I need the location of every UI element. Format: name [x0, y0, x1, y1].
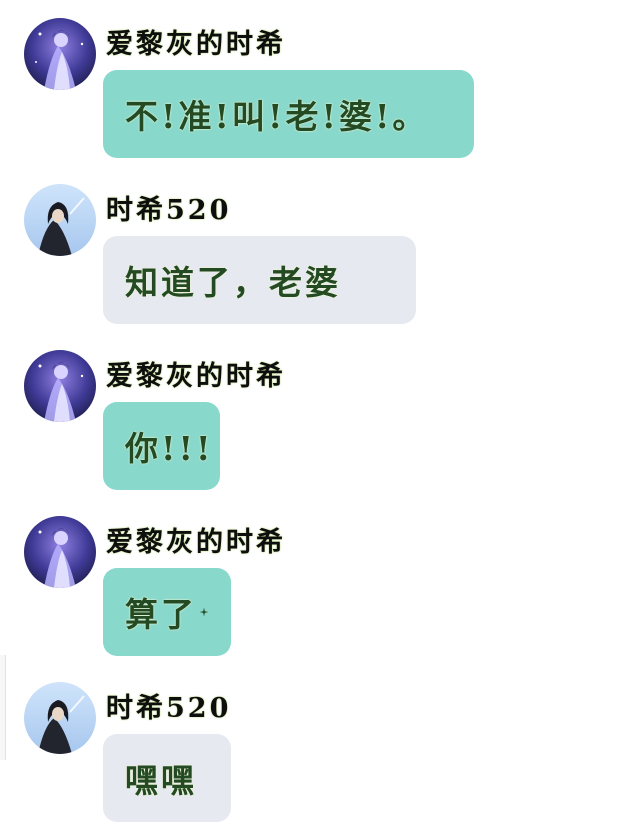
chat-message: 爱黎灰的时希 算了	[0, 498, 640, 663]
sparkle-icon	[199, 607, 209, 617]
message-text: 不!准!叫!老!婆!。	[125, 97, 429, 136]
purple-anime-avatar-icon	[24, 18, 96, 90]
chat-message: 时希520 嘿嘿	[0, 664, 640, 829]
message-bubble[interactable]: 不!准!叫!老!婆!。	[103, 70, 474, 158]
blue-anime-avatar-icon	[24, 682, 96, 754]
message-text: 嘿嘿	[125, 761, 197, 800]
message-bubble[interactable]: 算了	[103, 568, 231, 656]
sender-name: 爱黎灰的时希	[106, 361, 286, 392]
avatar[interactable]	[24, 350, 96, 422]
avatar[interactable]	[24, 682, 96, 754]
message-text: 你!!!	[125, 429, 214, 468]
blue-anime-avatar-icon	[24, 184, 96, 256]
avatar[interactable]	[24, 184, 96, 256]
sender-name: 时希520	[106, 195, 232, 226]
message-bubble[interactable]: 知道了，老婆	[103, 236, 416, 324]
message-bubble[interactable]: 你!!!	[103, 402, 220, 490]
chat-message: 爱黎灰的时希 你!!!	[0, 332, 640, 497]
chat-message: 爱黎灰的时希 不!准!叫!老!婆!。	[0, 0, 640, 165]
sender-name: 爱黎灰的时希	[106, 29, 286, 60]
message-text: 知道了，老婆	[125, 263, 341, 302]
message-text: 算了	[125, 595, 197, 634]
avatar[interactable]	[24, 516, 96, 588]
purple-anime-avatar-icon	[24, 350, 96, 422]
sender-name: 爱黎灰的时希	[106, 527, 286, 558]
sender-name: 时希520	[106, 693, 232, 724]
avatar[interactable]	[24, 18, 96, 90]
purple-anime-avatar-icon	[24, 516, 96, 588]
message-bubble[interactable]: 嘿嘿	[103, 734, 231, 822]
chat-message: 时希520 知道了，老婆	[0, 166, 640, 331]
